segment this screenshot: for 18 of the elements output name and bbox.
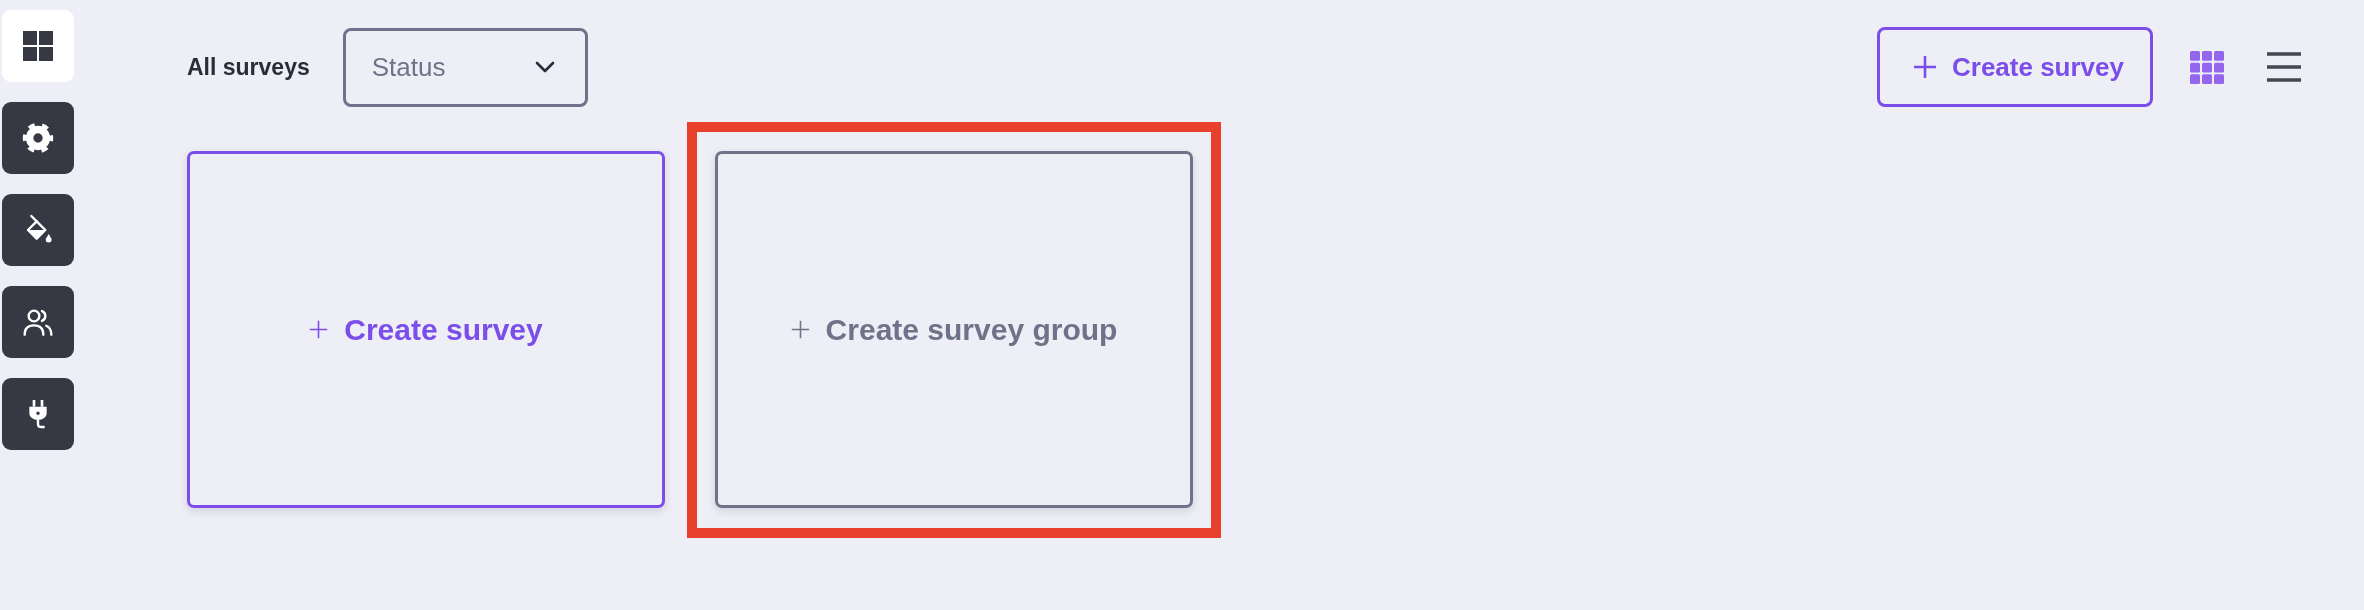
chevron-down-icon	[534, 61, 555, 73]
sidebar-item[interactable]	[2, 378, 74, 450]
sidebar-item[interactable]	[2, 286, 74, 358]
sidebar-item[interactable]	[2, 10, 74, 82]
create-card[interactable]: Create survey	[187, 151, 665, 508]
sidebar-item[interactable]	[2, 102, 74, 174]
create-survey-button[interactable]: Create survey	[1877, 27, 2153, 107]
plus-icon	[309, 320, 329, 339]
plus-icon	[1913, 55, 1937, 79]
grid-icon	[23, 31, 53, 61]
list-view-icon[interactable]	[2267, 52, 2301, 82]
page-title: All surveys	[187, 53, 310, 81]
status-select[interactable]: Status	[342, 27, 588, 107]
create-card[interactable]: Create survey group	[715, 151, 1193, 508]
plus-icon	[790, 320, 810, 339]
grid-view-icon[interactable]	[2190, 50, 2224, 84]
sidebar-item[interactable]	[2, 194, 74, 266]
gear-icon	[22, 122, 54, 154]
